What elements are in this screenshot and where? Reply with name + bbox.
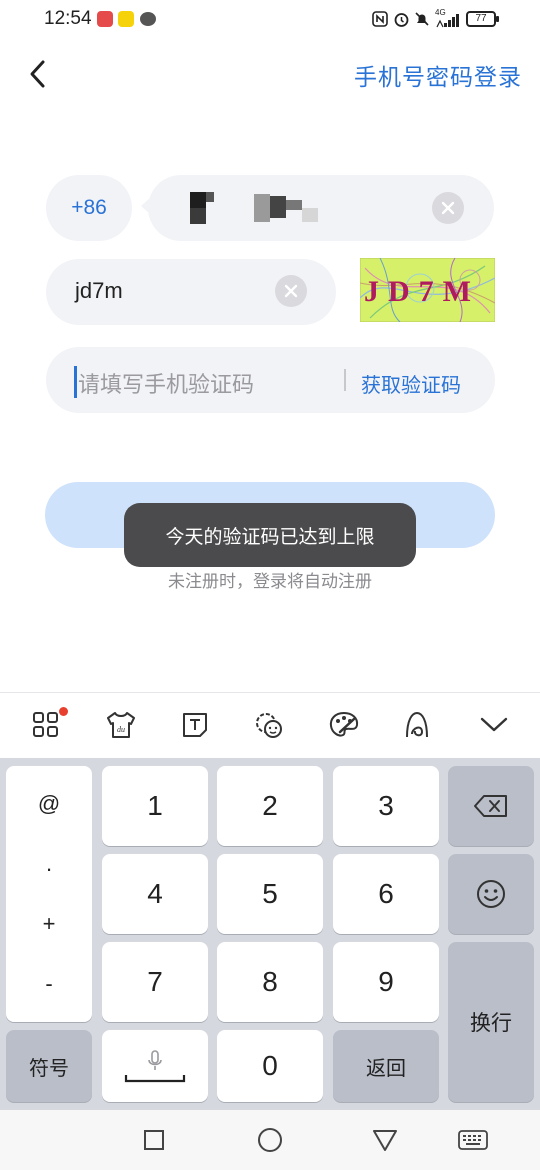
keyboard-switch-icon [458, 1130, 488, 1150]
captcha-image-text: JD7M [364, 275, 480, 308]
close-icon [284, 284, 298, 298]
backspace-icon [474, 795, 507, 817]
collapse-chevron-icon[interactable] [477, 708, 511, 742]
text-cursor [74, 366, 77, 398]
captcha-input-value: jd7m [75, 278, 123, 303]
key-6[interactable]: 6 [333, 854, 439, 934]
emoji-settings-icon[interactable] [252, 708, 286, 742]
country-code-label: +86 [71, 196, 107, 219]
space-bar-icon [124, 1075, 186, 1083]
home-button[interactable] [253, 1124, 287, 1156]
sms-code-placeholder: 请填写手机验证码 [78, 373, 255, 398]
key-9[interactable]: 9 [333, 942, 439, 1022]
battery-tip [496, 16, 499, 22]
apps-grid-icon[interactable] [29, 708, 63, 742]
return-key[interactable]: 返回 [333, 1030, 439, 1102]
nfc-icon [372, 11, 388, 27]
symbol-minus-key[interactable]: - [5, 971, 93, 997]
chevron-left-icon [30, 60, 45, 88]
key-4[interactable]: 4 [102, 854, 208, 934]
smiley-icon [477, 880, 505, 908]
alarm-icon [394, 13, 409, 27]
back-button[interactable] [20, 54, 56, 94]
symbol-plus-key[interactable]: + [5, 911, 93, 937]
key-8[interactable]: 8 [217, 942, 323, 1022]
square-recents-icon [144, 1130, 164, 1150]
key-5[interactable]: 5 [217, 854, 323, 934]
circle-home-icon [258, 1128, 282, 1152]
message-bubble-icon [140, 12, 156, 26]
key-3[interactable]: 3 [333, 766, 439, 846]
toast-message: 今天的验证码已达到上限 [124, 503, 416, 567]
divider [344, 369, 346, 391]
backspace-key[interactable] [448, 766, 534, 846]
enter-key[interactable]: 换行 [448, 942, 534, 1102]
battery-indicator: 77 [466, 11, 496, 27]
svg-text:du: du [117, 725, 125, 734]
symbol-dot-key[interactable]: . [5, 851, 93, 877]
skin-shirt-icon[interactable]: du [104, 708, 138, 742]
emoji-key[interactable] [448, 854, 534, 934]
country-code-selector[interactable]: +86 [46, 175, 132, 241]
password-login-link[interactable]: 手机号密码登录 [354, 58, 522, 92]
signal-icon [436, 14, 459, 28]
notification-app-icon [97, 11, 113, 27]
clear-captcha-button[interactable] [275, 275, 307, 307]
back-nav-button[interactable] [368, 1124, 402, 1156]
phone-number-redacted [254, 194, 320, 224]
microphone-icon [148, 1050, 162, 1070]
handwrite-icon[interactable] [400, 708, 434, 742]
mute-bell-icon [415, 12, 429, 26]
triangle-back-icon [373, 1130, 397, 1151]
key-1[interactable]: 1 [102, 766, 208, 846]
text-t-icon[interactable] [178, 708, 212, 742]
symbol-at-key[interactable]: @ [5, 791, 93, 817]
status-time: 12:54 [44, 8, 92, 29]
keyboard-switch-button[interactable] [456, 1124, 490, 1156]
recents-button[interactable] [137, 1124, 171, 1156]
close-icon [441, 201, 455, 215]
key-0[interactable]: 0 [217, 1030, 323, 1102]
get-code-button[interactable]: 获取验证码 [361, 369, 461, 398]
phone-number-redacted [190, 192, 222, 224]
symbols-key[interactable]: 符号 [6, 1030, 92, 1102]
notification-dot [59, 707, 68, 716]
key-7[interactable]: 7 [102, 942, 208, 1022]
notification-app-icon [118, 11, 134, 27]
auto-register-note: 未注册时，登录将自动注册 [168, 572, 372, 592]
key-2[interactable]: 2 [217, 766, 323, 846]
captcha-image[interactable]: JD7M [360, 258, 495, 322]
palette-icon[interactable] [327, 708, 361, 742]
clear-phone-button[interactable] [432, 192, 464, 224]
space-voice-key[interactable] [102, 1030, 208, 1102]
symbols-column[interactable]: @ . + - [6, 766, 92, 1022]
